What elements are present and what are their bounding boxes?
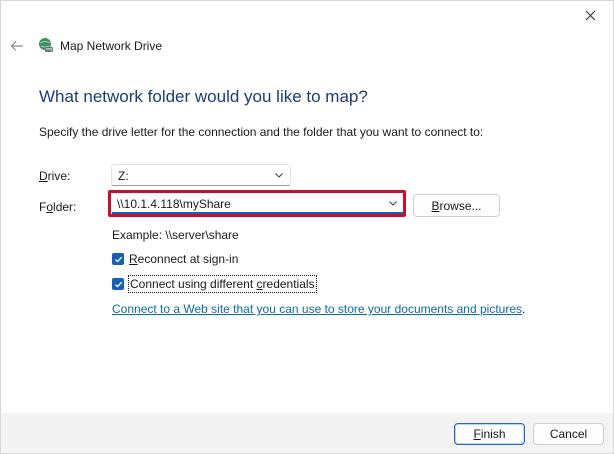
folder-path-value: \\10.1.4.118\myShare <box>117 197 231 211</box>
web-site-link-row: Connect to a Web site that you can use t… <box>112 302 525 316</box>
back-button[interactable] <box>7 35 27 57</box>
checkmark-icon <box>114 281 122 288</box>
title-bar <box>1 1 613 35</box>
cancel-button[interactable]: Cancel <box>533 423 604 445</box>
credentials-label: Connect using different credentials <box>128 275 317 293</box>
map-network-drive-window: Map Network Drive What network folder wo… <box>0 0 614 454</box>
reconnect-option[interactable]: Reconnect at sign-in <box>112 250 239 268</box>
example-text: Example: \\server\share <box>112 228 239 242</box>
chevron-down-icon <box>389 201 397 206</box>
reconnect-checkbox[interactable] <box>112 253 124 265</box>
finish-button[interactable]: Finish <box>454 423 525 445</box>
wizard-header: Map Network Drive <box>1 31 613 63</box>
drive-letter-select[interactable]: Z: <box>111 164 291 186</box>
close-icon <box>585 10 595 20</box>
chevron-down-icon <box>275 173 283 178</box>
drive-letter-value: Z: <box>118 169 129 183</box>
network-drive-icon <box>39 38 53 52</box>
credentials-option[interactable]: Connect using different credentials <box>112 275 317 293</box>
reconnect-label: Reconnect at sign-in <box>129 252 239 266</box>
folder-label: Folder: <box>39 200 77 214</box>
wizard-title: Map Network Drive <box>60 39 163 53</box>
drive-label: Drive: <box>39 169 71 183</box>
folder-path-combobox[interactable]: \\10.1.4.118\myShare <box>112 194 403 214</box>
web-site-link-suffix: . <box>522 302 526 316</box>
browse-button[interactable]: Browse... <box>413 194 500 217</box>
close-button[interactable] <box>575 3 605 27</box>
web-site-link[interactable]: Connect to a Web site that you can use t… <box>112 302 522 316</box>
instruction-text: Specify the drive letter for the connect… <box>39 125 484 139</box>
checkmark-icon <box>114 256 122 263</box>
page-heading: What network folder would you like to ma… <box>39 87 368 106</box>
credentials-checkbox[interactable] <box>112 278 124 290</box>
back-arrow-icon <box>10 41 23 51</box>
